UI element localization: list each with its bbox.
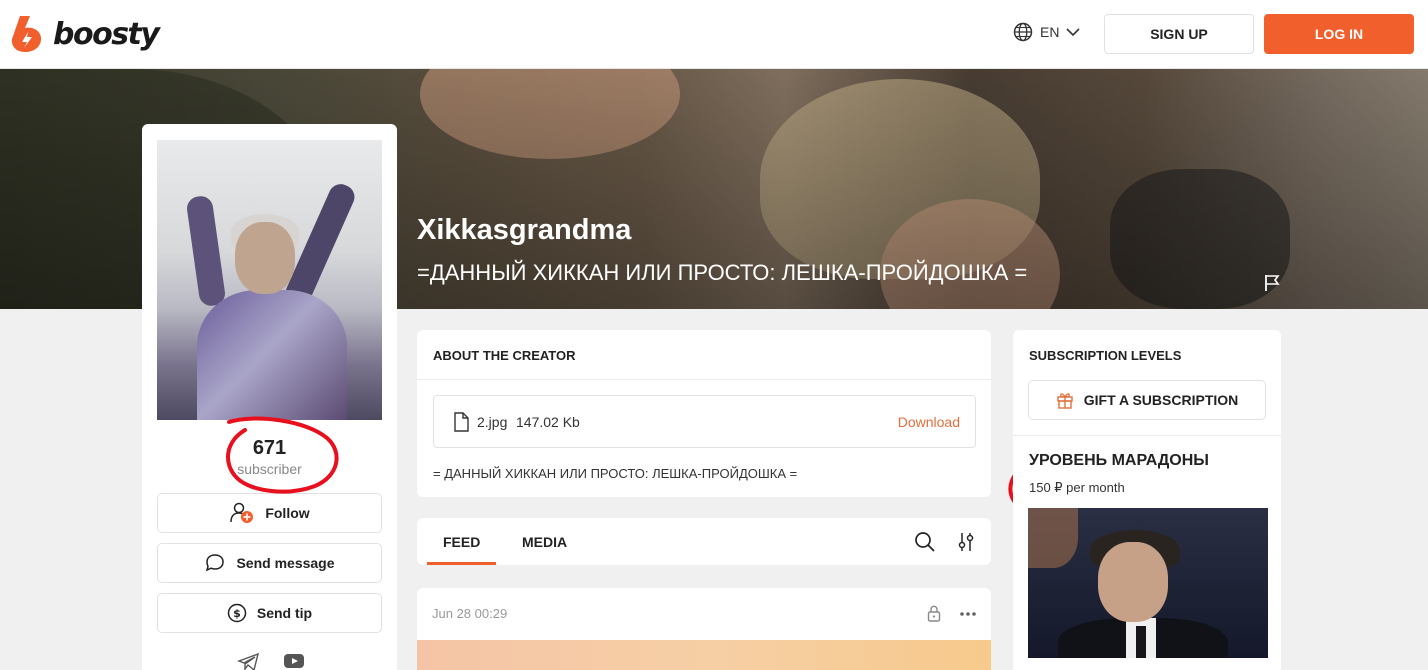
about-description: = ДАННЫЙ ХИККАН ИЛИ ПРОСТО: ЛЕШКА-ПРОЙДО… <box>433 466 798 481</box>
logo-text: boosty <box>53 16 160 52</box>
follow-button[interactable]: Follow <box>157 493 382 533</box>
gift-icon <box>1057 393 1073 409</box>
about-title: ABOUT THE CREATOR <box>433 348 576 363</box>
tier-name: УРОВЕНЬ МАРАДОНЫ <box>1029 452 1209 469</box>
language-label: EN <box>1040 24 1060 40</box>
feed-tabs: FEED MEDIA <box>417 518 991 565</box>
globe-icon <box>1013 22 1033 42</box>
tip-icon: $ <box>227 603 247 623</box>
subscriber-count: 671 <box>252 437 287 459</box>
about-creator-card: ABOUT THE CREATOR 2.jpg 147.02 Kb Downlo… <box>417 330 991 497</box>
top-header: boosty EN SIGN UP LOG IN <box>0 0 1428 69</box>
message-icon <box>206 554 225 572</box>
attachment-file: 2.jpg 147.02 Kb Download <box>433 395 976 448</box>
flag-icon[interactable] <box>1264 274 1280 292</box>
subscription-levels-title: SUBSCRIPTION LEVELS <box>1029 348 1182 363</box>
file-icon <box>454 412 469 432</box>
download-link[interactable]: Download <box>898 414 960 430</box>
log-in-button[interactable]: LOG IN <box>1264 14 1414 54</box>
svg-text:$: $ <box>233 607 241 620</box>
gift-subscription-label: GIFT A SUBSCRIPTION <box>1083 392 1239 408</box>
send-message-button[interactable]: Send message <box>157 543 382 583</box>
filter-icon[interactable] <box>958 531 974 553</box>
subscription-levels-card: SUBSCRIPTION LEVELS GIFT A SUBSCRIPTION … <box>1013 330 1281 670</box>
post-date: Jun 28 00:29 <box>432 606 508 621</box>
more-icon[interactable] <box>959 611 977 617</box>
chevron-down-icon <box>1066 28 1081 37</box>
social-links <box>237 652 305 670</box>
language-selector[interactable]: EN <box>1013 22 1081 42</box>
tier-image <box>1028 508 1268 658</box>
boosty-logo[interactable]: boosty <box>10 15 160 53</box>
about-divider <box>417 379 991 380</box>
send-tip-button[interactable]: $ Send tip <box>157 593 382 633</box>
feed-tools <box>914 531 974 553</box>
post-actions <box>927 605 977 622</box>
send-message-label: Send message <box>236 555 335 571</box>
follow-icon <box>230 502 254 523</box>
file-size: 147.02 Kb <box>516 414 580 430</box>
active-tab-indicator <box>427 562 496 565</box>
creator-tagline: =ДАННЫЙ ХИККАН ИЛИ ПРОСТО: ЛЕШКА-ПРОЙДОШ… <box>417 260 1028 285</box>
file-name: 2.jpg <box>477 414 508 430</box>
follow-label: Follow <box>265 505 310 521</box>
boosty-logo-icon <box>11 16 42 52</box>
creator-name: Xikkasgrandma <box>417 214 632 246</box>
tab-feed[interactable]: FEED <box>443 534 480 550</box>
telegram-icon[interactable] <box>237 652 261 670</box>
post-preview-image[interactable] <box>417 640 991 670</box>
youtube-icon[interactable] <box>283 652 305 670</box>
post-card: Jun 28 00:29 <box>417 588 991 670</box>
tab-media[interactable]: MEDIA <box>522 534 567 550</box>
profile-card: 671 subscriber Follow Send message $ Sen… <box>142 124 397 670</box>
avatar <box>157 140 382 420</box>
sign-up-button[interactable]: SIGN UP <box>1104 14 1254 54</box>
tier-price: 150 ₽ per month <box>1029 480 1125 495</box>
send-tip-label: Send tip <box>256 605 313 621</box>
subscriber-label: subscriber <box>237 461 302 477</box>
gift-subscription-button[interactable]: GIFT A SUBSCRIPTION <box>1028 380 1266 420</box>
lock-icon <box>927 605 941 622</box>
search-icon[interactable] <box>914 531 936 553</box>
levels-divider <box>1013 435 1281 436</box>
